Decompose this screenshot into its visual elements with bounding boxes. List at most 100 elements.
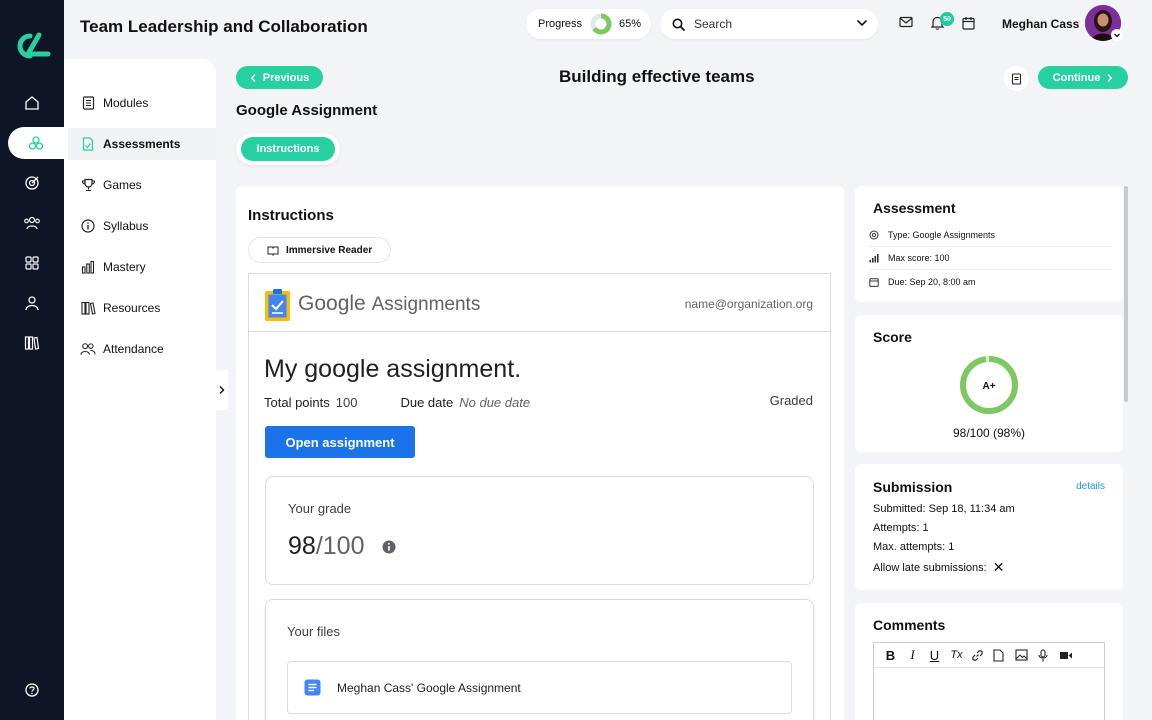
book-icon — [80, 95, 96, 111]
chevron-left-icon — [250, 73, 256, 82]
people-icon — [80, 341, 96, 357]
microphone-icon[interactable] — [1037, 648, 1052, 662]
sidebar-item-games[interactable]: Games — [68, 169, 216, 201]
details-link[interactable]: details — [1076, 481, 1105, 492]
left-rail — [0, 0, 64, 720]
avatar-chevron-down-icon[interactable] — [1111, 29, 1123, 41]
rail-library-icon[interactable] — [0, 327, 64, 359]
sidebar-item-label: Attendance — [103, 342, 164, 356]
google-assignments-logo-icon — [264, 288, 291, 322]
rail-users-icon[interactable] — [0, 207, 64, 239]
continue-button[interactable]: Continue — [1038, 66, 1128, 89]
grade-points: 98 — [288, 532, 316, 560]
progress-indicator: Progress 65% — [526, 9, 651, 39]
sidebar-item-syllabus[interactable]: Syllabus — [68, 210, 216, 242]
rail-apps-icon[interactable] — [0, 247, 64, 279]
sidebar-item-label: Games — [103, 178, 142, 192]
user-name[interactable]: Meghan Cass — [1002, 17, 1079, 31]
assignment-title: My google assignment. — [264, 355, 522, 383]
file-item[interactable]: Meghan Cass' Google Assignment — [287, 661, 792, 714]
submission-heading: Submission — [873, 479, 953, 495]
section-title: Google Assignment — [236, 102, 378, 119]
status-badge: Graded — [769, 393, 813, 408]
comments-card: Comments B I U Tx — [855, 603, 1123, 720]
notebook-button[interactable] — [1004, 66, 1029, 91]
link-icon[interactable] — [971, 649, 986, 662]
max-attempts-text: Max. attempts: 1 — [873, 541, 955, 553]
progress-ring-icon — [590, 13, 612, 35]
files-label: Your files — [287, 624, 340, 639]
progress-value: 65% — [619, 18, 642, 30]
chevron-down-icon[interactable] — [856, 17, 868, 29]
due-date-label: Due date — [400, 395, 454, 410]
allow-late-row: Allow late submissions: ✕ — [873, 559, 1004, 576]
total-points-label: Total points — [264, 395, 330, 410]
italic-button[interactable]: I — [905, 647, 920, 663]
sidebar-item-mastery[interactable]: Mastery — [68, 251, 216, 283]
info-icon — [80, 218, 96, 234]
document-icon — [80, 136, 96, 152]
module-sidebar: Modules Assessments Games Syllabus Maste… — [64, 59, 216, 720]
previous-label: Previous — [262, 71, 310, 84]
sidebar-item-label: Assessments — [103, 137, 181, 151]
notification-badge: 50 — [940, 12, 954, 26]
tab-instructions[interactable]: Instructions — [241, 137, 335, 161]
calendar-icon[interactable] — [962, 16, 975, 30]
app-logo-icon[interactable] — [12, 32, 52, 60]
underline-button[interactable]: U — [927, 648, 942, 663]
assessment-max-score: Max score: 100 — [888, 253, 950, 263]
previous-button[interactable]: Previous — [236, 66, 323, 89]
chevron-right-icon — [219, 386, 225, 394]
page-scrollbar[interactable] — [1124, 186, 1128, 402]
total-points-value: 100 — [335, 395, 358, 410]
clear-format-button[interactable]: Tx — [949, 649, 964, 661]
sidebar-item-modules[interactable]: Modules — [68, 87, 216, 119]
assessment-type-row: Type: Google Assignments — [869, 224, 1113, 247]
rail-home-icon[interactable] — [0, 87, 64, 119]
score-heading: Score — [873, 329, 912, 345]
library-icon — [80, 300, 96, 316]
brand-google: Google — [298, 292, 366, 315]
immersive-reader-label: Immersive Reader — [286, 244, 373, 256]
search-bar[interactable] — [660, 9, 878, 39]
close-icon: ✕ — [992, 559, 1005, 575]
sidebar-item-attendance[interactable]: Attendance — [68, 333, 216, 365]
grade-info-icon[interactable] — [382, 540, 396, 554]
assessment-type: Type: Google Assignments — [888, 230, 996, 240]
search-input[interactable] — [694, 17, 844, 31]
score-summary: 98/100 (98%) — [952, 426, 1026, 440]
continue-label: Continue — [1052, 71, 1101, 84]
sidebar-item-resources[interactable]: Resources — [68, 292, 216, 324]
assignment-meta: Total points 100 Due date No due date — [264, 395, 530, 410]
image-icon[interactable] — [1015, 649, 1030, 661]
open-assignment-button[interactable]: Open assignment — [265, 426, 415, 458]
trophy-icon — [80, 177, 96, 193]
bold-button[interactable]: B — [883, 648, 898, 663]
mail-icon[interactable] — [899, 16, 913, 28]
account-email: name@organization.org — [684, 297, 813, 311]
google-header: Google Assignments name@organization.org — [249, 274, 830, 332]
chevron-right-icon — [1107, 73, 1113, 82]
rail-assessments-icon[interactable] — [8, 127, 64, 159]
sidebar-collapse-toggle[interactable] — [216, 370, 228, 410]
video-icon[interactable] — [1059, 650, 1074, 661]
search-icon — [672, 18, 685, 31]
rail-profile-icon[interactable] — [0, 287, 64, 319]
immersive-reader-button[interactable]: Immersive Reader — [248, 237, 391, 263]
files-card: Your files Meghan Cass' Google Assignmen… — [265, 599, 814, 720]
google-docs-icon — [304, 679, 321, 696]
file-icon[interactable] — [993, 648, 1008, 662]
allow-late-label: Allow late submissions: — [873, 561, 987, 574]
grade-total: /100 — [315, 532, 365, 560]
instructions-heading: Instructions — [248, 207, 334, 224]
comment-editor[interactable]: B I U Tx — [873, 642, 1105, 720]
sidebar-item-label: Syllabus — [103, 219, 149, 233]
rail-help-icon[interactable] — [0, 674, 64, 706]
score-card: Score A+ 98/100 (98%) — [855, 315, 1123, 452]
sidebar-item-assessments[interactable]: Assessments — [68, 128, 216, 160]
rail-target-icon[interactable] — [0, 167, 64, 199]
assessment-card: Assessment Type: Google Assignments Max … — [855, 186, 1123, 302]
instructions-card: Instructions Immersive Reader Google Ass… — [236, 186, 844, 720]
google-wordmark: Google Assignments — [298, 292, 480, 316]
calendar-icon — [869, 277, 879, 287]
